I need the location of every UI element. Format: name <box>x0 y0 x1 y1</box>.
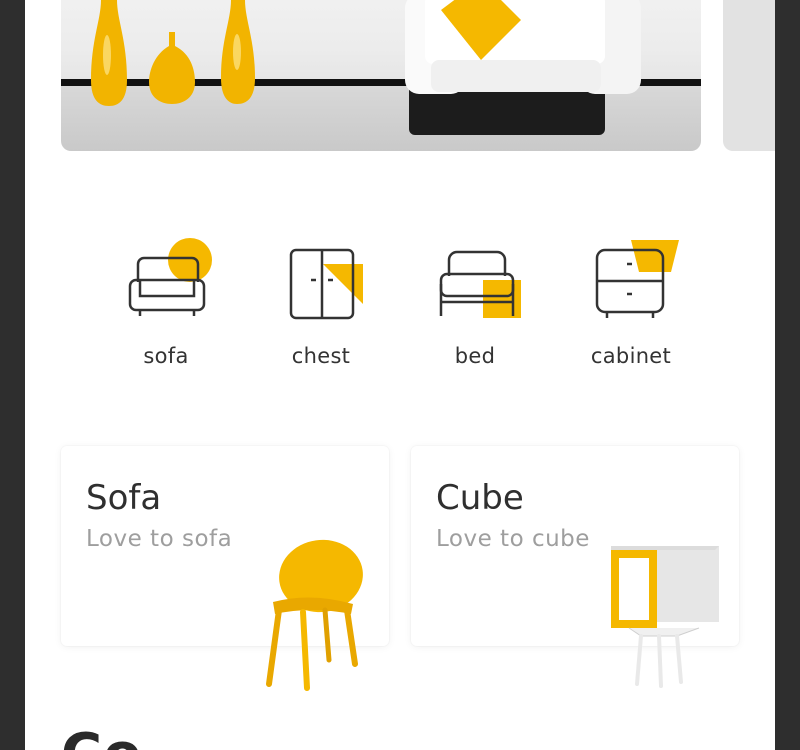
hero-banner[interactable] <box>61 0 701 151</box>
category-label: sofa <box>143 344 189 368</box>
cube-table-image <box>611 546 719 688</box>
cabinet-icon <box>595 240 679 318</box>
category-label: chest <box>291 344 351 368</box>
category-label: bed <box>454 344 496 368</box>
card-sofa[interactable]: Sofa Love to sofa <box>61 446 389 691</box>
category-sofa[interactable]: sofa <box>116 236 216 368</box>
next-banner-peek[interactable] <box>723 0 775 151</box>
chair-image <box>266 539 363 691</box>
card-subtitle: Love to cube <box>436 526 590 552</box>
card-title: Cube <box>436 478 524 518</box>
section-title: Co <box>61 722 143 750</box>
app-screen: sofa chest bed cabinet Sofa Love to sofa… <box>25 0 775 750</box>
hero-image <box>91 0 641 135</box>
category-label: cabinet <box>590 344 672 368</box>
card-title: Sofa <box>86 478 162 518</box>
sofa-icon <box>128 238 212 316</box>
category-bed[interactable]: bed <box>425 236 525 368</box>
card-subtitle: Love to sofa <box>86 526 233 552</box>
category-chest[interactable]: chest <box>271 236 371 368</box>
bed-icon <box>439 250 521 318</box>
category-cabinet[interactable]: cabinet <box>581 236 681 368</box>
card-cube[interactable]: Cube Love to cube <box>411 446 739 688</box>
chest-icon <box>289 248 363 320</box>
